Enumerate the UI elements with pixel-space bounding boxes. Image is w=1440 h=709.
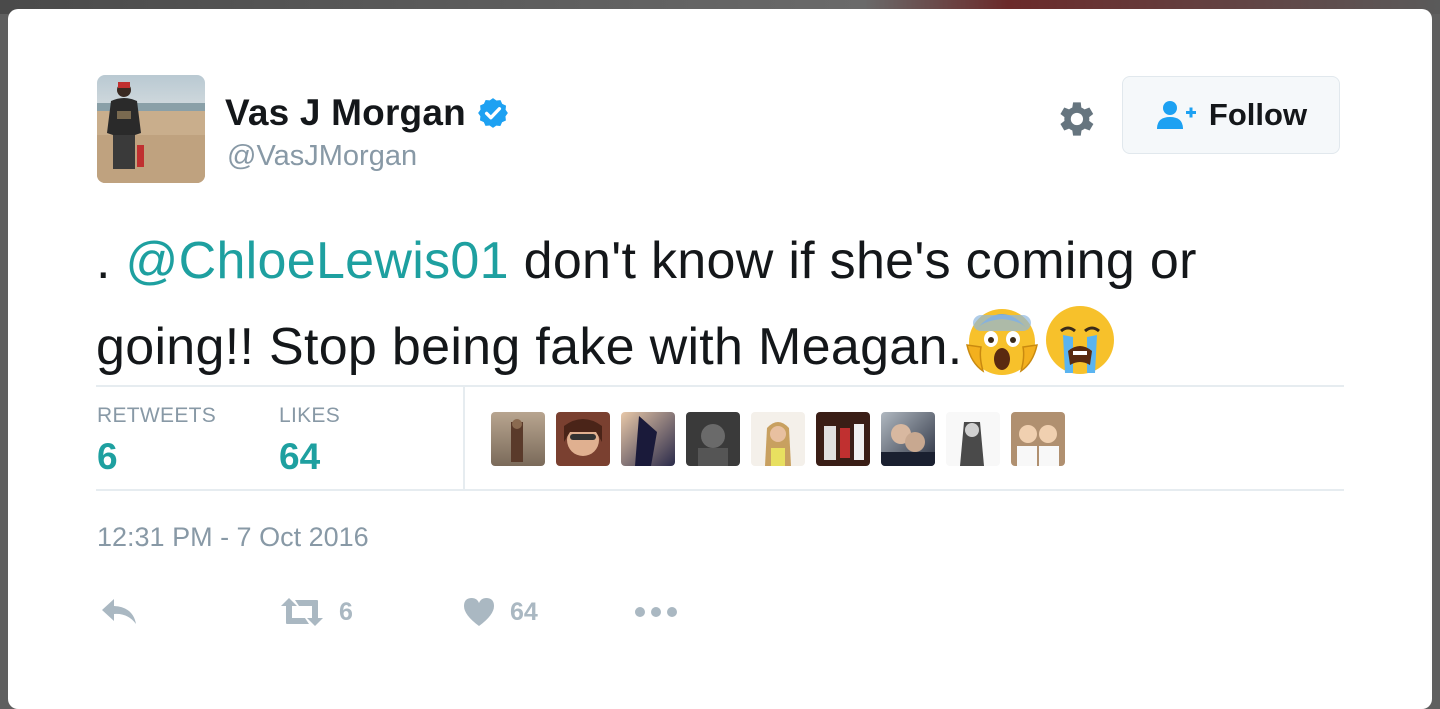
retweet-button[interactable]: 6: [279, 592, 353, 632]
stats-divider-vertical: [463, 387, 465, 489]
retweets-value[interactable]: 6: [97, 436, 118, 478]
heart-icon: [462, 596, 496, 628]
author-name-row: Vas J Morgan: [225, 91, 510, 135]
stats-divider-bottom: [96, 489, 1344, 491]
tweet-text: . @ChloeLewis01 don't know if she's comi…: [96, 222, 1346, 387]
retweet-icon: [279, 596, 325, 628]
tweet-text-prefix: .: [96, 232, 111, 290]
more-button[interactable]: [634, 592, 678, 632]
more-icon: [634, 606, 678, 618]
liker-avatar[interactable]: [686, 412, 740, 466]
stats-divider-top: [96, 385, 1344, 387]
reply-icon: [100, 596, 138, 628]
tweet-timestamp[interactable]: 12:31 PM - 7 Oct 2016: [97, 522, 369, 553]
liker-avatars: [491, 412, 1065, 466]
add-user-icon: [1155, 99, 1199, 131]
author-name[interactable]: Vas J Morgan: [225, 92, 466, 134]
face-screaming-in-fear-icon: [963, 301, 1041, 379]
avatar[interactable]: [97, 75, 205, 183]
like-button[interactable]: 64: [462, 592, 538, 632]
liker-avatar[interactable]: [621, 412, 675, 466]
liker-avatar[interactable]: [556, 412, 610, 466]
liker-avatar[interactable]: [491, 412, 545, 466]
reply-button[interactable]: [100, 592, 138, 632]
mention-link[interactable]: @ChloeLewis01: [126, 232, 509, 290]
follow-button[interactable]: Follow: [1122, 76, 1340, 154]
liker-avatar[interactable]: [881, 412, 935, 466]
like-count: 64: [510, 597, 538, 626]
likes-label[interactable]: LIKES: [279, 404, 340, 428]
loudly-crying-face-icon: [1041, 301, 1119, 379]
retweet-count: 6: [339, 597, 353, 626]
likes-value[interactable]: 64: [279, 436, 320, 478]
liker-avatar[interactable]: [946, 412, 1000, 466]
author-handle[interactable]: @VasJMorgan: [227, 140, 417, 173]
follow-label: Follow: [1208, 97, 1308, 132]
retweets-label[interactable]: RETWEETS: [97, 404, 216, 428]
liker-avatar[interactable]: [751, 412, 805, 466]
gear-icon[interactable]: [1052, 96, 1098, 142]
liker-avatar[interactable]: [1011, 412, 1065, 466]
verified-badge-icon: [476, 96, 510, 130]
liker-avatar[interactable]: [816, 412, 870, 466]
